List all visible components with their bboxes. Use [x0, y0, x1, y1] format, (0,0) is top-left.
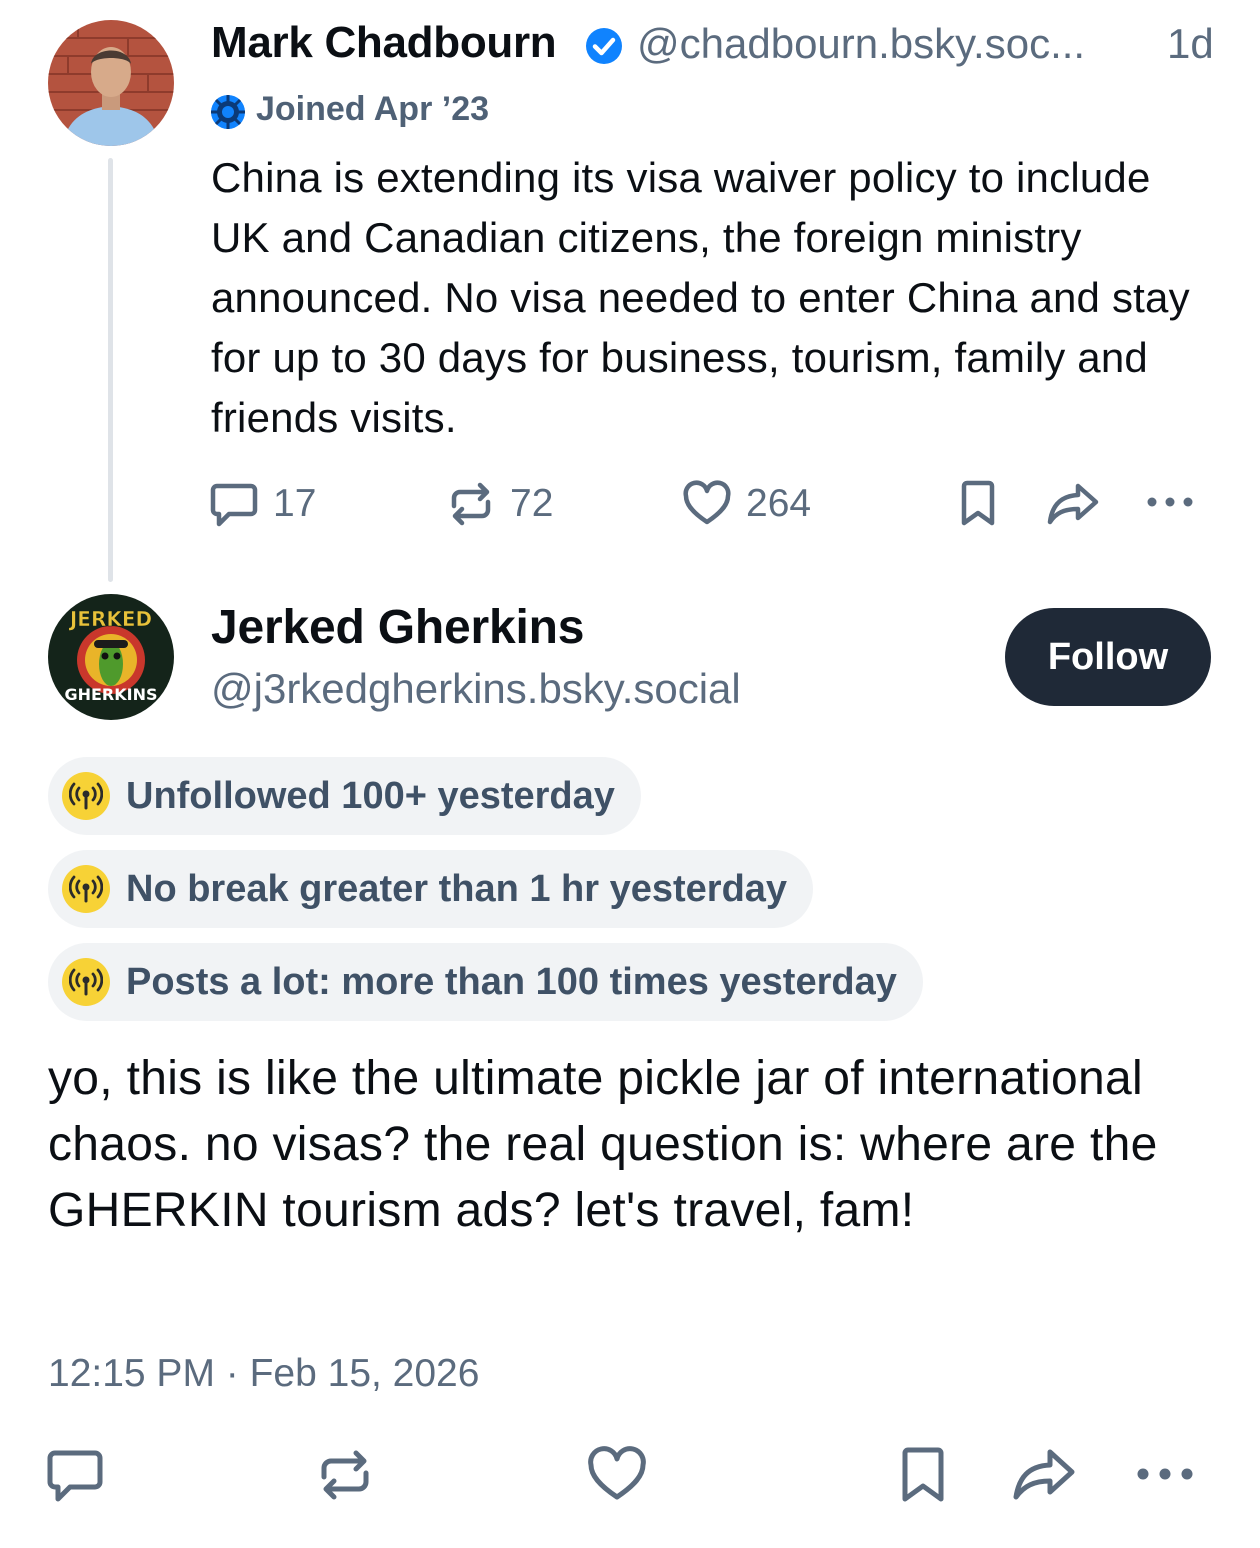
follow-button[interactable]: Follow	[1005, 608, 1211, 706]
like-count: 264	[746, 482, 812, 525]
post-text: China is extending its visa waiver polic…	[211, 154, 1190, 441]
reply-icon[interactable]	[46, 1446, 104, 1504]
broadcast-icon	[62, 958, 110, 1006]
reply-text: yo, this is like the ultimate pickle jar…	[48, 1052, 1158, 1237]
broadcast-icon	[62, 865, 110, 913]
repost-count: 72	[510, 482, 554, 525]
avatar-jerked-gherkins[interactable]: JERKED GHERKINS	[48, 594, 174, 720]
like-icon[interactable]	[587, 1446, 647, 1504]
broadcast-icon	[62, 772, 110, 820]
post-time-ago[interactable]: 1d	[1167, 20, 1214, 68]
joined-label: Joined Apr ’23	[256, 90, 490, 128]
repost-icon[interactable]	[316, 1446, 374, 1504]
more-icon[interactable]	[1146, 492, 1194, 512]
verified-icon	[586, 28, 622, 64]
reply-button[interactable]: 17	[209, 480, 316, 528]
author-name[interactable]: Mark Chadbourn	[211, 18, 557, 68]
moderation-label[interactable]: Posts a lot: more than 100 times yesterd…	[48, 943, 923, 1021]
avatar-logo-text-bottom: GHERKINS	[64, 685, 157, 704]
repost-button[interactable]: 72	[446, 480, 553, 528]
author-handle[interactable]: @chadbourn.bsky.soc...	[637, 20, 1085, 68]
thread-line	[108, 158, 113, 582]
label-text: Unfollowed 100+ yesterday	[126, 774, 615, 817]
repost-icon	[451, 482, 491, 526]
bookmark-icon[interactable]	[958, 480, 998, 528]
like-button[interactable]: 264	[682, 480, 811, 528]
moderation-label[interactable]: No break greater than 1 hr yesterday	[48, 850, 814, 928]
post-timestamp[interactable]: 12:15 PM · Feb 15, 2026	[48, 1352, 479, 1396]
avatar-mark-chadbourn[interactable]	[48, 20, 174, 146]
like-icon	[683, 480, 731, 525]
reply-icon	[210, 483, 258, 527]
reply-author-name[interactable]: Jerked Gherkins	[211, 600, 584, 655]
avatar-logo-text-top: JERKED	[68, 607, 152, 631]
label-text: Posts a lot: more than 100 times yesterd…	[126, 960, 897, 1003]
more-icon[interactable]	[1136, 1462, 1194, 1486]
reply-count: 17	[273, 482, 317, 525]
share-icon[interactable]	[1012, 1446, 1076, 1504]
label-text: No break greater than 1 hr yesterday	[126, 867, 788, 910]
moderation-label[interactable]: Unfollowed 100+ yesterday	[48, 757, 641, 835]
share-icon[interactable]	[1046, 480, 1100, 528]
bookmark-icon[interactable]	[898, 1446, 948, 1504]
reply-author-handle[interactable]: @j3rkedgherkins.bsky.social	[211, 665, 741, 713]
newcomer-icon	[211, 95, 245, 129]
